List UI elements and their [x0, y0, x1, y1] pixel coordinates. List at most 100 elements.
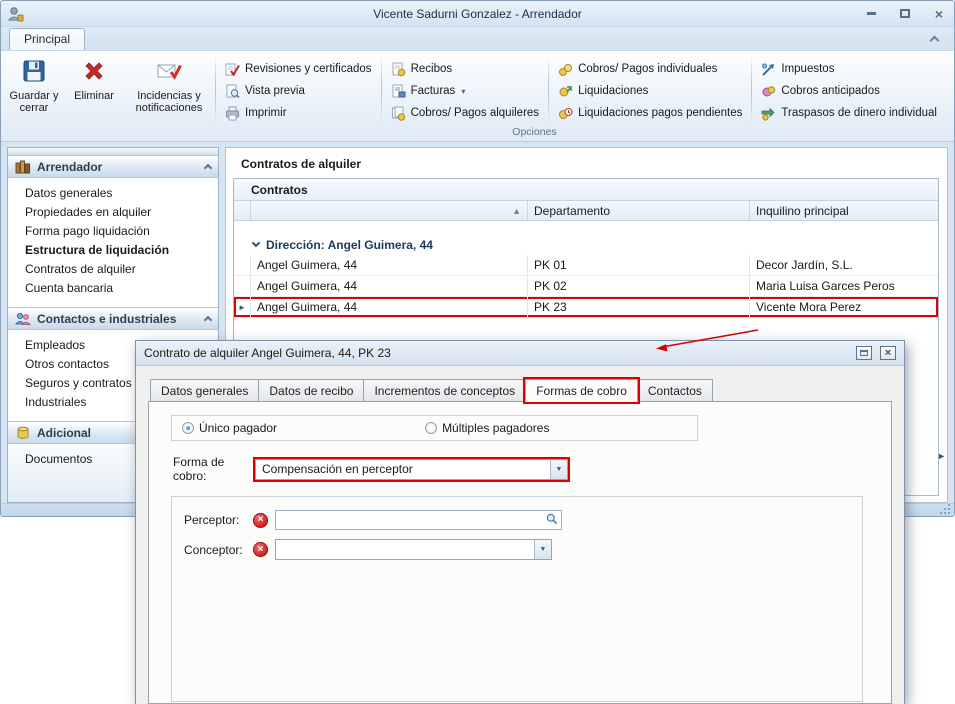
sidebar-group-contactos[interactable]: Contactos e industriales — [8, 307, 218, 330]
column-header-inquilino[interactable]: Inquilino principal — [750, 201, 938, 220]
search-icon — [546, 513, 558, 528]
recibos-button[interactable]: Recibos — [386, 59, 545, 79]
table-row[interactable]: Angel Guimera, 44 PK 02 Maria Luisa Garc… — [234, 276, 938, 297]
ribbon-column-1: Revisiones y certificados Vista previa I… — [218, 53, 379, 123]
sidebar-item-propiedades-en-alquiler[interactable]: Propiedades en alquiler — [8, 203, 218, 222]
vista-previa-label: Vista previa — [245, 85, 305, 97]
delete-button[interactable]: Eliminar — [67, 53, 121, 104]
dropdown-arrow-icon: ▼ — [540, 546, 547, 553]
perceptor-field[interactable] — [275, 510, 562, 530]
cobros-pagos-individuales-button[interactable]: Cobros/ Pagos individuales — [553, 59, 747, 79]
chevron-up-icon — [204, 316, 212, 324]
sidebar-group-arrendador[interactable]: Arrendador — [8, 155, 218, 178]
maximize-button[interactable] — [896, 7, 914, 21]
dropdown-arrow-icon: ▾ — [461, 87, 465, 96]
perceptor-search-button[interactable] — [543, 511, 561, 529]
ribbon-group-caption: Opciones — [125, 126, 944, 141]
combobox-dropdown-button[interactable]: ▼ — [550, 460, 567, 479]
sidebar-item-forma-pago-liquidacion[interactable]: Forma pago liquidación — [8, 222, 218, 241]
cell-departamento: PK 23 — [528, 297, 750, 317]
liquidaciones-button[interactable]: Liquidaciones — [553, 81, 747, 101]
cobros-pagos-alquileres-button[interactable]: Cobros/ Pagos alquileres — [386, 103, 545, 123]
vista-previa-button[interactable]: Vista previa — [220, 81, 377, 101]
receipt-icon — [391, 62, 406, 77]
ribbon-column-4: Impuestos Cobros anticipados Traspasos d… — [754, 53, 944, 123]
ribbon-collapse-button[interactable] — [922, 31, 946, 46]
ribbon-column-3: Cobros/ Pagos individuales Liquidaciones… — [551, 53, 749, 123]
dialog-title: Contrato de alquiler Angel Guimera, 44, … — [144, 346, 391, 360]
liquidaciones-label: Liquidaciones — [578, 85, 648, 97]
app-icon — [7, 5, 27, 23]
conceptor-combobox[interactable]: ▼ — [275, 539, 552, 560]
radio-multiples-pagadores[interactable]: Múltiples pagadores — [425, 421, 549, 435]
minimize-button[interactable] — [862, 7, 880, 21]
sidebar-item-datos-generales[interactable]: Datos generales — [8, 184, 218, 203]
close-button[interactable]: × — [930, 7, 948, 21]
preview-icon — [225, 84, 240, 99]
dialog-restore-button[interactable] — [856, 346, 872, 360]
delete-label: Eliminar — [74, 90, 114, 103]
ribbon-group-close: Cerrar — [948, 53, 955, 141]
cell-departamento: PK 02 — [528, 276, 750, 296]
table-row[interactable]: Angel Guimera, 44 PK 01 Decor Jardín, S.… — [234, 255, 938, 276]
combobox-value: Compensación en perceptor — [256, 460, 550, 479]
cell-inquilino: Maria Luisa Garces Peros — [750, 276, 938, 296]
sidebar-item-estructura-de-liquidacion[interactable]: Estructura de liquidación — [8, 241, 218, 260]
scroll-right-arrow[interactable]: ► — [937, 451, 946, 461]
perceptor-groupbox: Perceptor: × Conceptor: × — [171, 496, 863, 702]
imprimir-button[interactable]: Imprimir — [220, 103, 377, 123]
ribbon-separator — [381, 56, 382, 123]
cerrar-button[interactable]: Cerrar — [948, 53, 955, 104]
radio-unico-pagador[interactable]: Único pagador — [182, 421, 277, 435]
column-header-direccion[interactable]: ▲ — [251, 201, 528, 220]
column-header-departamento[interactable]: Departamento — [528, 201, 750, 220]
cell-direccion: Angel Guimera, 44 — [251, 276, 528, 296]
traspasos-dinero-button[interactable]: Traspasos de dinero individual — [756, 103, 942, 123]
grid-header-gutter — [234, 201, 251, 220]
window-title: Vicente Sadurni Gonzalez - Arrendador — [121, 7, 834, 21]
sidebar-item-contratos-de-alquiler[interactable]: Contratos de alquiler — [8, 260, 218, 279]
sidebar-drag-strip[interactable] — [8, 148, 218, 155]
perceptor-input[interactable] — [276, 511, 543, 529]
resize-grip[interactable] — [940, 504, 950, 514]
liquidaciones-pendientes-button[interactable]: Liquidaciones pagos pendientes — [553, 103, 747, 123]
tab-principal[interactable]: Principal — [9, 28, 85, 50]
cobros-anticipados-button[interactable]: Cobros anticipados — [756, 81, 942, 101]
combobox-value — [276, 540, 534, 559]
traspasos-dinero-label: Traspasos de dinero individual — [781, 107, 937, 119]
dialog-titlebar: Contrato de alquiler Angel Guimera, 44, … — [136, 341, 904, 366]
dialog-tab-panel: Único pagador Múltiples pagadores Forma … — [148, 401, 892, 704]
facturas-button[interactable]: Facturas ▾ — [386, 81, 545, 101]
tab-incrementos-de-conceptos[interactable]: Incrementos de conceptos — [363, 379, 526, 402]
save-close-button[interactable]: Guardar y cerrar — [5, 53, 63, 117]
rent-payments-icon — [391, 106, 406, 121]
table-row-selected[interactable]: ► Angel Guimera, 44 PK 23 Vicente Mora P… — [234, 297, 938, 318]
revisiones-button[interactable]: Revisiones y certificados — [220, 59, 377, 79]
impuestos-button[interactable]: Impuestos — [756, 59, 942, 79]
row-indicator-cell — [234, 276, 251, 296]
sidebar-group-label: Arrendador — [37, 160, 102, 174]
group-row[interactable]: Dirección: Angel Guimera, 44 — [234, 235, 938, 255]
chevron-up-icon — [204, 164, 212, 172]
combobox-dropdown-button[interactable]: ▼ — [534, 540, 551, 559]
sidebar-group-label: Contactos e industriales — [37, 312, 176, 326]
chevron-up-icon — [929, 36, 939, 46]
ribbon: Guardar y cerrar Eliminar — [1, 50, 954, 142]
tab-contactos[interactable]: Contactos — [637, 379, 713, 402]
cobros-anticipados-label: Cobros anticipados — [781, 85, 879, 97]
tab-datos-generales[interactable]: Datos generales — [150, 379, 259, 402]
cobros-pagos-individuales-label: Cobros/ Pagos individuales — [578, 63, 717, 75]
printer-icon — [225, 106, 240, 121]
ribbon-separator — [215, 56, 216, 123]
dialog-close-button[interactable]: × — [880, 346, 896, 360]
dialog-tab-strip: Datos generales Datos de recibo Incremen… — [148, 379, 892, 402]
save-icon — [21, 58, 47, 88]
forma-de-cobro-combobox[interactable]: Compensación en perceptor ▼ — [255, 459, 568, 480]
cell-departamento: PK 01 — [528, 255, 750, 275]
tab-datos-de-recibo[interactable]: Datos de recibo — [258, 379, 364, 402]
tab-formas-de-cobro[interactable]: Formas de cobro — [525, 379, 638, 402]
advance-payments-icon — [761, 84, 776, 99]
incidents-button[interactable]: Incidencias y notificaciones — [125, 53, 213, 117]
cell-inquilino: Decor Jardín, S.L. — [750, 255, 938, 275]
sidebar-item-cuenta-bancaria[interactable]: Cuenta bancaria — [8, 279, 218, 298]
